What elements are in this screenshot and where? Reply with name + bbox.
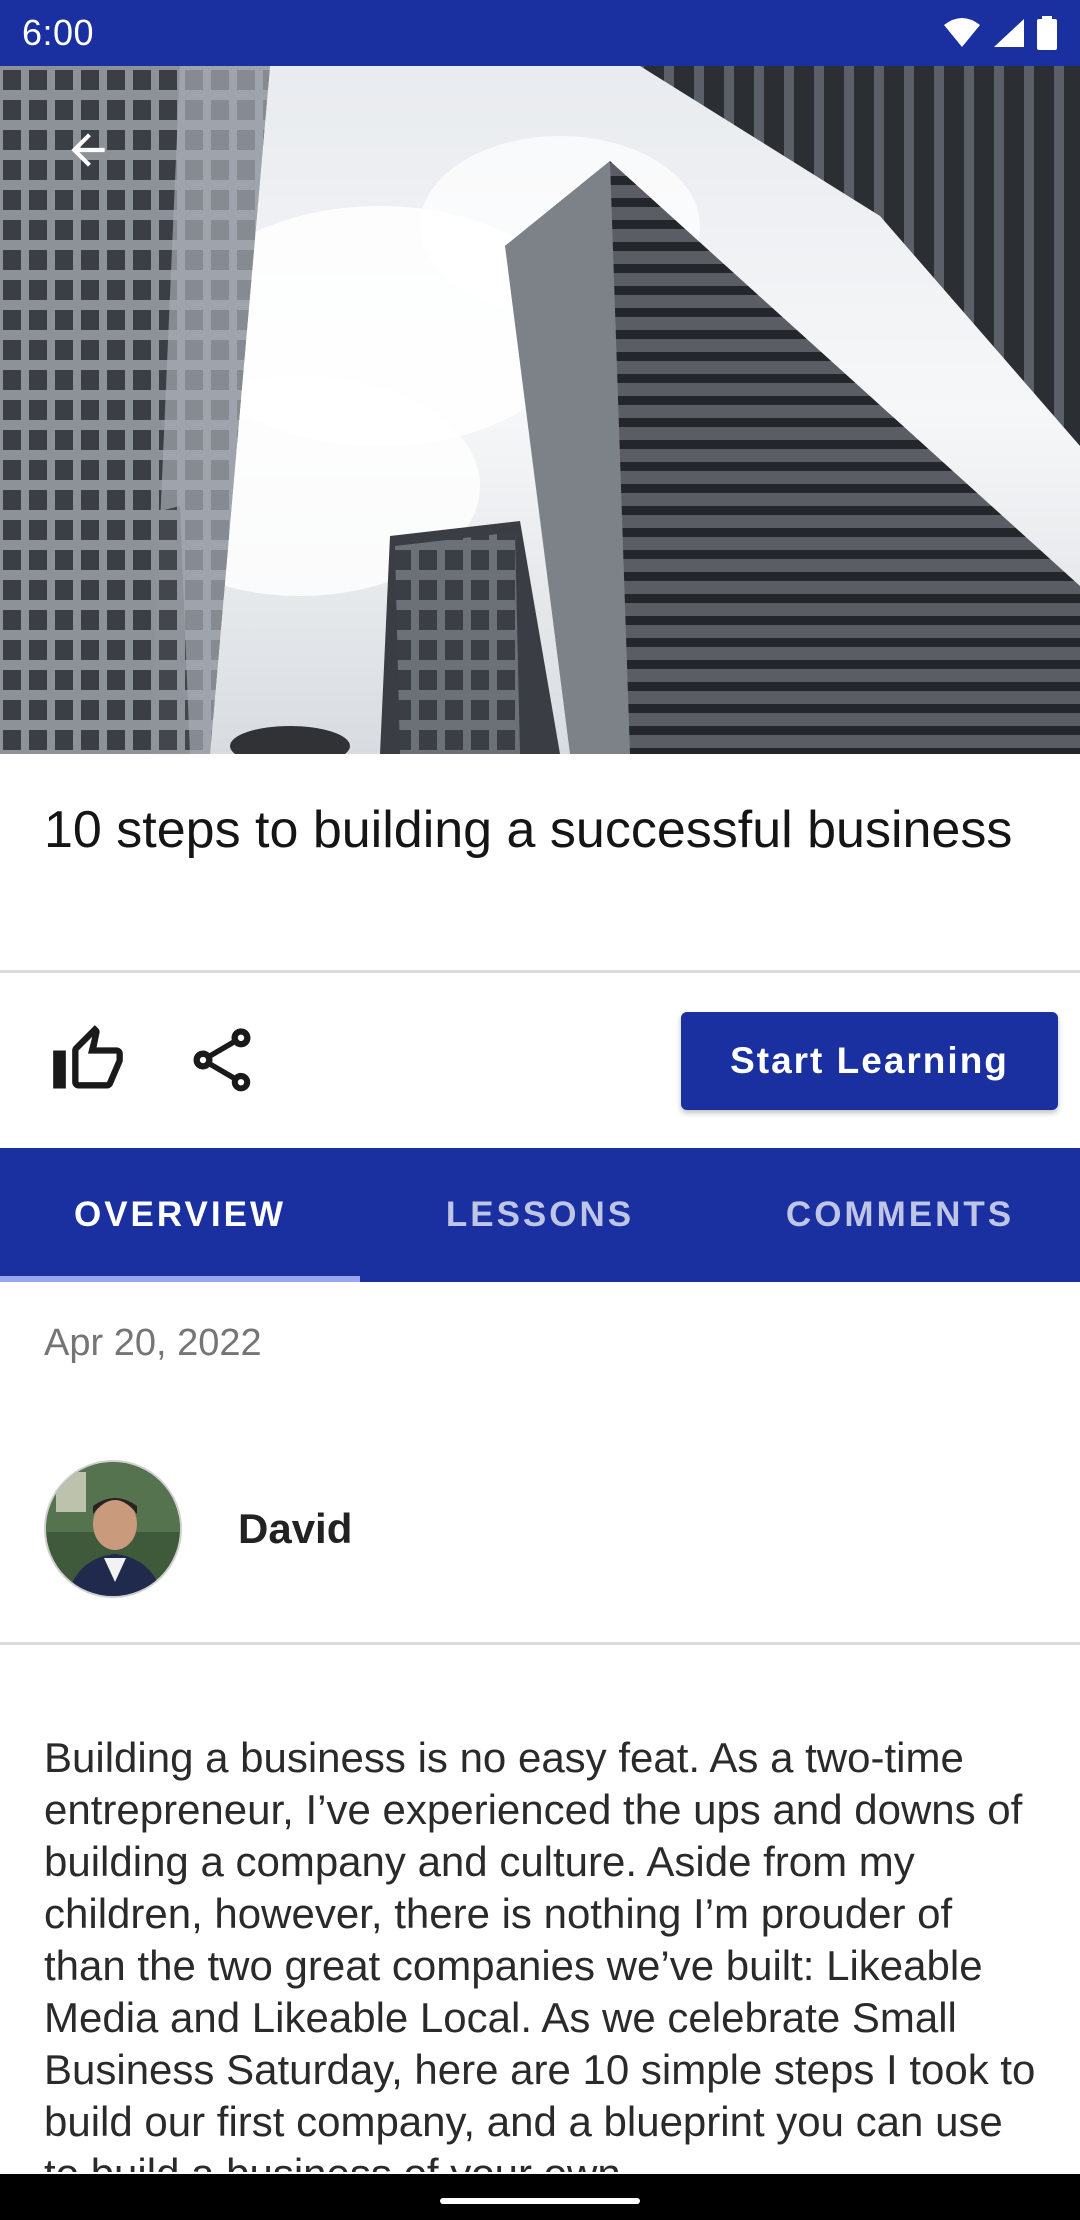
- article-title-section: 10 steps to building a successful busine…: [44, 798, 1034, 862]
- skyscrapers-illustration: [0, 66, 1080, 754]
- thumb-up-icon: [53, 1025, 123, 1089]
- signal-icon: [994, 19, 1024, 47]
- system-nav-bar: [0, 2174, 1080, 2220]
- hero-image: [0, 66, 1080, 754]
- start-learning-button[interactable]: Start Learning: [681, 1012, 1058, 1110]
- wifi-icon: [944, 18, 980, 47]
- divider: [0, 1642, 1080, 1645]
- share-icon: [193, 1028, 251, 1092]
- status-time: 6:00: [22, 12, 95, 53]
- status-bar: 6:00: [0, 0, 1080, 66]
- avatar[interactable]: [44, 1460, 182, 1598]
- battery-icon: [1037, 16, 1057, 50]
- tab-comments[interactable]: COMMENTS: [720, 1148, 1080, 1282]
- tab-overview[interactable]: OVERVIEW: [0, 1148, 360, 1282]
- article-title: 10 steps to building a successful busine…: [44, 801, 1013, 859]
- author-name: David: [238, 1505, 353, 1552]
- arrow-back-icon: [71, 133, 105, 167]
- author-avatar-image: [46, 1462, 180, 1596]
- home-gesture-handle[interactable]: [440, 2198, 640, 2204]
- divider: [0, 970, 1080, 973]
- article-body: Building a business is no easy feat. As …: [44, 1734, 1036, 2172]
- back-button[interactable]: [48, 110, 128, 190]
- tab-bar: OVERVIEW LESSONS COMMENTS: [0, 1148, 1080, 1282]
- status-icons: [942, 16, 1058, 50]
- article-date: Apr 20, 2022: [44, 1322, 262, 1364]
- tab-lessons[interactable]: LESSONS: [360, 1148, 720, 1282]
- share-button[interactable]: [184, 1022, 260, 1098]
- like-button[interactable]: [50, 1022, 126, 1098]
